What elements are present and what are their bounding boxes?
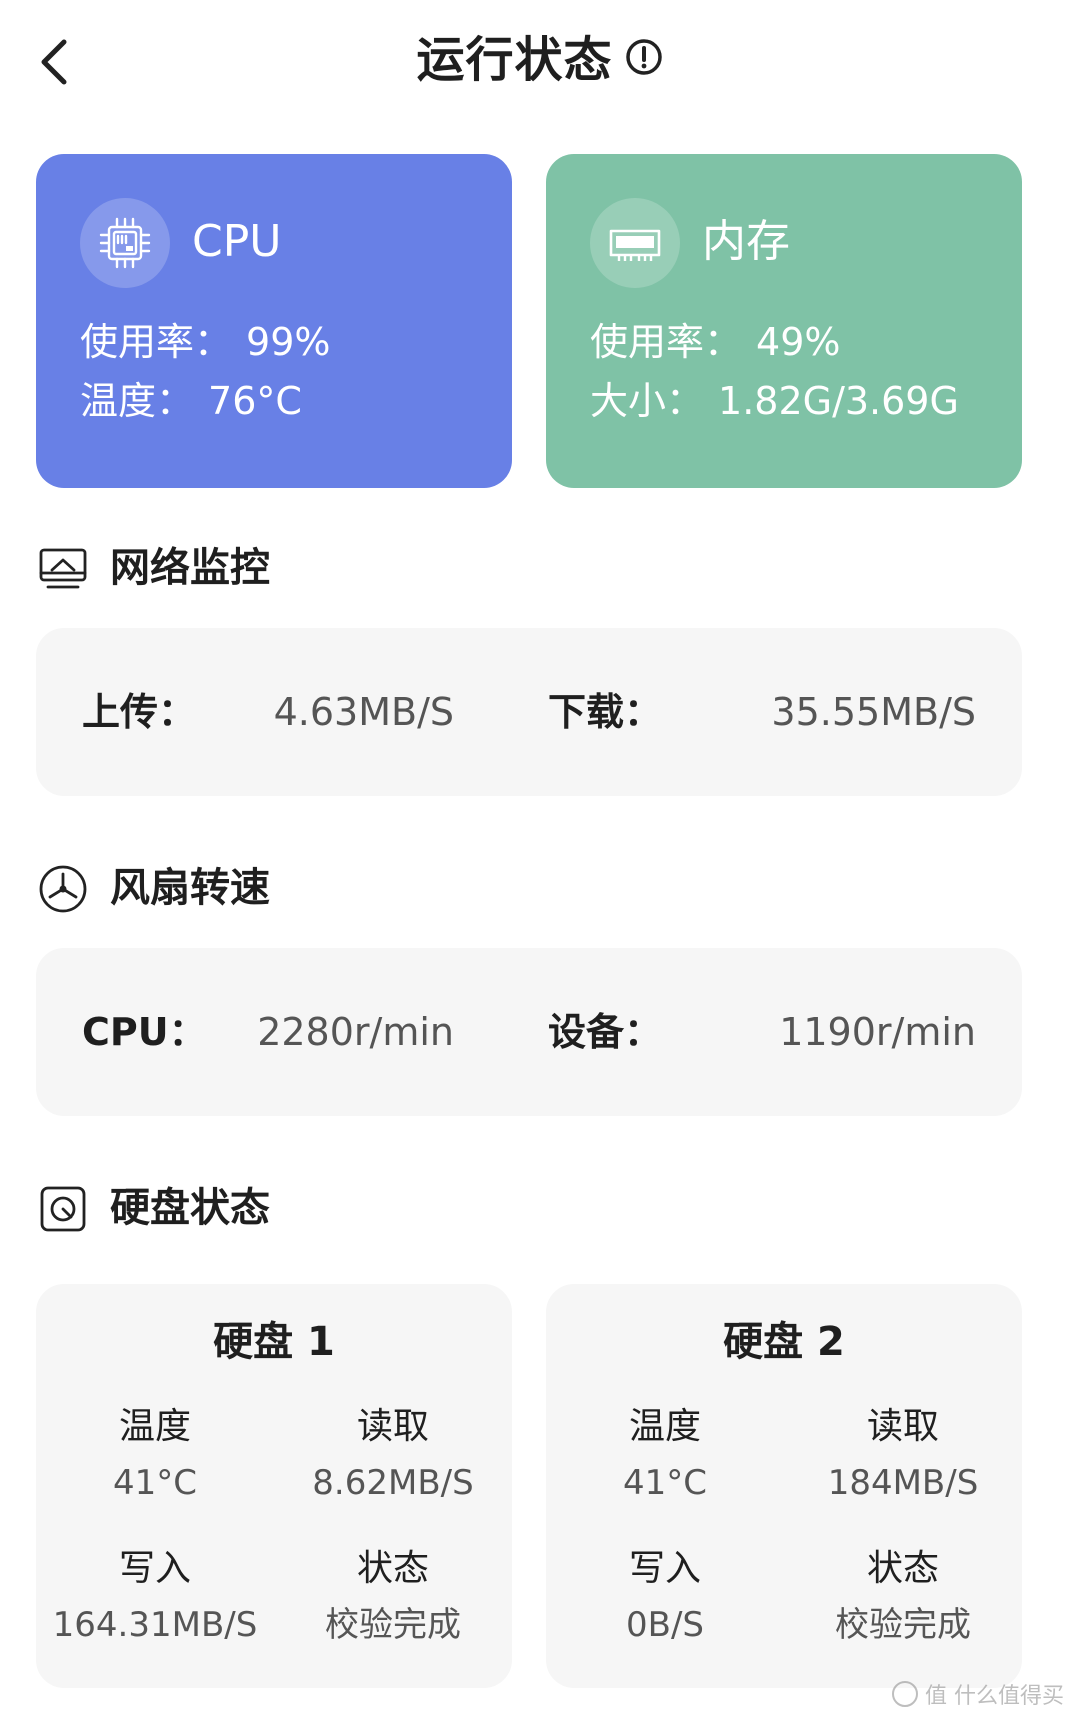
disk-1-temp-value: 41°C (112, 1463, 197, 1503)
disk-2-write-label: 写入 (628, 1548, 701, 1589)
download-value: 35.55MB/S (771, 690, 976, 734)
disk-2-read: 读取 184MB/S (784, 1402, 1022, 1508)
cpu-usage-row: 使用率： 99% (80, 317, 330, 367)
disk-2-write: 写入 0B/S (546, 1544, 784, 1650)
hard-disk-icon (40, 1186, 86, 1232)
disk-2-temp-value: 41°C (622, 1463, 707, 1503)
monitor-icon (39, 548, 87, 589)
fan-panel: CPU： 2280r/min 设备： 1190r/min (36, 948, 1022, 1116)
network-section-title: 网络监控 (110, 545, 270, 591)
disk-2-status-label: 状态 (866, 1548, 939, 1589)
network-section-header: 网络监控 (38, 538, 638, 598)
memory-usage-row: 使用率： 49% (590, 317, 840, 367)
disk-1-read: 读取 8.62MB/S (274, 1402, 512, 1508)
disk-1-status-value: 校验完成 (325, 1605, 461, 1645)
header-bar: 运行状态 (0, 0, 1080, 120)
disk-section-header: 硬盘状态 (38, 1178, 638, 1238)
disk-1-status-label: 状态 (356, 1548, 429, 1589)
upload-value: 4.63MB/S (273, 690, 454, 734)
memory-size-row: 大小： 1.82G/3.69G (590, 376, 959, 426)
cpu-chip-icon (99, 217, 151, 269)
memory-card-title: 内存 (702, 216, 790, 267)
memory-size-value: 1.82G/3.69G (718, 379, 959, 423)
info-icon (625, 39, 662, 75)
info-button[interactable] (624, 37, 664, 77)
disk-card-1[interactable]: 硬盘 1 温度 41°C 读取 8.62MB/S 写入 164.31MB/S 状… (36, 1284, 512, 1688)
disk-2-temp-label: 温度 (628, 1406, 701, 1447)
disk-2-read-label: 读取 (866, 1406, 939, 1447)
cpu-card-title: CPU (192, 216, 282, 267)
cpu-icon-badge (80, 198, 170, 288)
disk-2-read-value: 184MB/S (827, 1463, 979, 1503)
watermark-logo-icon (892, 1681, 918, 1707)
cpu-temp-label: 温度： (80, 379, 195, 423)
memory-size-label: 大小： (590, 379, 705, 423)
watermark-text: 值 什么值得买 (925, 1684, 1064, 1709)
disk-1-write-value: 164.31MB/S (52, 1605, 258, 1645)
cpu-card[interactable]: CPU 使用率： 99% 温度： 76°C (36, 154, 512, 488)
disk-card-2[interactable]: 硬盘 2 温度 41°C 读取 184MB/S 写入 0B/S 状态 校验完成 (546, 1284, 1022, 1688)
disk-section-title: 硬盘状态 (110, 1185, 270, 1231)
disk-2-status-value: 校验完成 (835, 1605, 971, 1645)
fan-icon (39, 865, 87, 913)
disk-1-write: 写入 164.31MB/S (36, 1544, 274, 1650)
cpu-usage-value: 99% (246, 320, 331, 364)
cpu-temp-value: 76°C (208, 379, 302, 423)
memory-icon-badge (590, 198, 680, 288)
disk-2-title: 硬盘 2 (723, 1319, 845, 1365)
disk-2-temp: 温度 41°C (546, 1402, 784, 1508)
fan-device-label: 设备： (548, 1010, 663, 1054)
memory-stick-icon (609, 229, 661, 261)
disk-1-status: 状态 校验完成 (274, 1544, 512, 1650)
fan-section-title: 风扇转速 (110, 865, 270, 911)
cpu-temp-row: 温度： 76°C (80, 376, 302, 426)
disk-2-write-value: 0B/S (626, 1605, 704, 1645)
fan-cpu-label: CPU： (82, 1010, 207, 1054)
memory-usage-value: 49% (756, 320, 841, 364)
disk-1-read-value: 8.62MB/S (312, 1463, 474, 1503)
fan-section-header: 风扇转速 (38, 858, 638, 918)
fan-device-value: 1190r/min (779, 1010, 976, 1054)
title-wrap: 运行状态 (0, 24, 1080, 96)
watermark: 值 什么值得买 (891, 1676, 1064, 1712)
disk-1-title: 硬盘 1 (213, 1319, 335, 1365)
memory-card[interactable]: 内存 使用率： 49% 大小： 1.82G/3.69G (546, 154, 1022, 488)
fan-cpu-value: 2280r/min (257, 1010, 454, 1054)
memory-usage-label: 使用率： (590, 320, 743, 364)
upload-label: 上传： (82, 690, 197, 734)
disk-1-temp: 温度 41°C (36, 1402, 274, 1508)
disk-1-temp-label: 温度 (118, 1406, 191, 1447)
disk-1-read-label: 读取 (356, 1406, 429, 1447)
network-panel: 上传： 4.63MB/S 下载： 35.55MB/S (36, 628, 1022, 796)
disk-2-status: 状态 校验完成 (784, 1544, 1022, 1650)
page-title: 运行状态 (416, 32, 613, 88)
download-label: 下载： (548, 690, 663, 734)
disk-1-write-label: 写入 (118, 1548, 191, 1589)
cpu-usage-label: 使用率： (80, 320, 233, 364)
